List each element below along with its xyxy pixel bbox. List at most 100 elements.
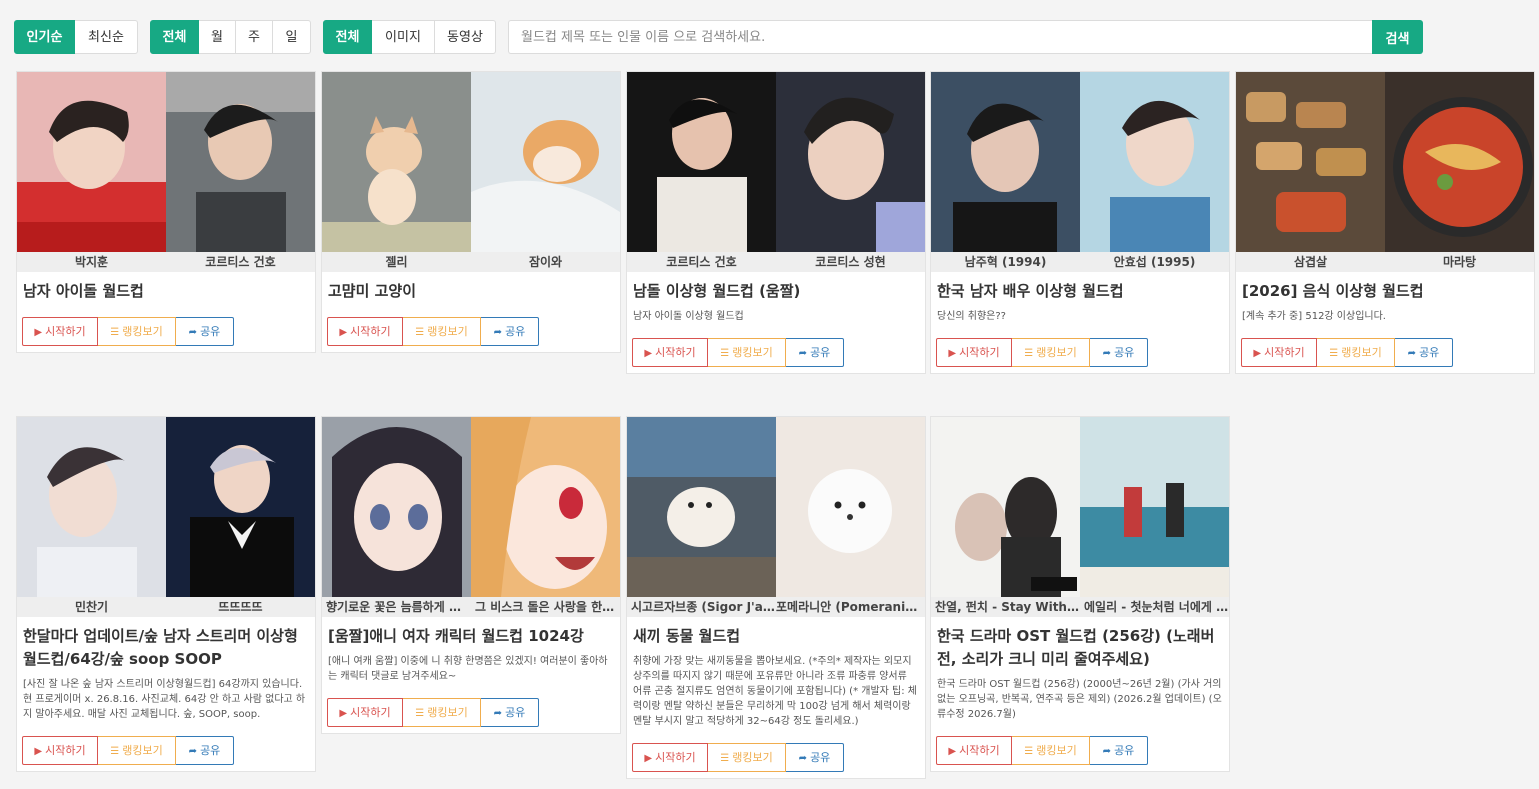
card-title[interactable]: 새끼 동물 월드컵 xyxy=(633,625,919,648)
left-candidate-name: 시고르자브종 (Sigor J'ab... xyxy=(631,600,776,614)
start-button[interactable]: ▶ 시작하기 xyxy=(936,338,1012,367)
share-icon: ➦ xyxy=(798,348,808,359)
share-button[interactable]: ➦ 공유 xyxy=(1090,736,1148,765)
actor-photo-thumbnail[interactable] xyxy=(1080,72,1229,252)
start-button[interactable]: ▶ 시작하기 xyxy=(22,736,98,765)
left-candidate-name: 박지훈 xyxy=(74,255,109,269)
start-button[interactable]: ▶ 시작하기 xyxy=(632,743,708,772)
kitten-photo-thumbnail[interactable] xyxy=(322,72,471,252)
card-description: [계속 추가 중] 512강 이상입니다. xyxy=(1242,311,1386,322)
left-candidate-name: 젤리 xyxy=(385,255,408,269)
play-icon: ▶ xyxy=(948,348,957,359)
share-button[interactable]: ➦ 공유 xyxy=(786,743,844,772)
play-icon: ▶ xyxy=(339,708,348,719)
start-button[interactable]: ▶ 시작하기 xyxy=(327,698,403,727)
drama-poster-thumbnail[interactable] xyxy=(1080,417,1229,597)
idol-photo-thumbnail[interactable] xyxy=(17,72,166,252)
list-icon: ☰ xyxy=(110,327,120,338)
kitten-photo-thumbnail[interactable] xyxy=(471,72,620,252)
card-description: 한국 드라마 OST 월드컵 (256강) (2000년~26년 2월) (가사… xyxy=(937,679,1222,720)
card-title[interactable]: 남돌 이상형 월드컵 (움짤) xyxy=(633,280,919,303)
ranking-button[interactable]: ☰ 랭킹보기 xyxy=(403,317,481,346)
play-icon: ▶ xyxy=(34,327,43,338)
card-title[interactable]: 고먐미 고양이 xyxy=(328,280,614,303)
food-photo-thumbnail[interactable] xyxy=(1385,72,1534,252)
ranking-button[interactable]: ☰ 랭킹보기 xyxy=(708,338,786,367)
start-button[interactable]: ▶ 시작하기 xyxy=(936,736,1012,765)
media-image-button[interactable]: 이미지 xyxy=(372,20,435,54)
share-button[interactable]: ➦ 공유 xyxy=(176,317,234,346)
idol-photo-thumbnail[interactable] xyxy=(627,72,776,252)
period-week-button[interactable]: 주 xyxy=(236,20,273,54)
search-button[interactable]: 검색 xyxy=(1372,20,1423,54)
start-button[interactable]: ▶ 시작하기 xyxy=(1241,338,1317,367)
start-button[interactable]: ▶ 시작하기 xyxy=(22,317,98,346)
share-button[interactable]: ➦ 공유 xyxy=(481,317,539,346)
play-icon: ▶ xyxy=(948,746,957,757)
right-candidate-name: 잠이와 xyxy=(528,255,563,269)
ranking-button[interactable]: ☰ 랭킹보기 xyxy=(98,317,176,346)
list-icon: ☰ xyxy=(110,746,120,757)
media-all-button[interactable]: 전체 xyxy=(323,20,372,54)
actor-photo-thumbnail[interactable] xyxy=(931,72,1080,252)
worldcup-card: 남주혁 (1994) 안효섭 (1995) 한국 남자 배우 이상형 월드컵 당… xyxy=(930,71,1230,374)
animal-photo-thumbnail[interactable] xyxy=(627,417,776,597)
ranking-button[interactable]: ☰ 랭킹보기 xyxy=(98,736,176,765)
anime-character-thumbnail[interactable] xyxy=(322,417,471,597)
idol-photo-thumbnail[interactable] xyxy=(776,72,925,252)
right-candidate-name: 코르티스 건호 xyxy=(205,255,276,269)
media-button-group: 전체 이미지 동영상 xyxy=(323,20,496,54)
card-title[interactable]: 남자 아이돌 월드컵 xyxy=(23,280,309,303)
sort-popular-button[interactable]: 인기순 xyxy=(14,20,75,54)
search-input[interactable] xyxy=(508,20,1372,54)
idol-photo-thumbnail[interactable] xyxy=(166,72,315,252)
period-day-button[interactable]: 일 xyxy=(273,20,311,54)
animal-photo-thumbnail[interactable] xyxy=(776,417,925,597)
share-icon: ➦ xyxy=(1407,348,1417,359)
ranking-button[interactable]: ☰ 랭킹보기 xyxy=(708,743,786,772)
left-candidate-name: 향기로운 꽃은 늠름하게 핀... xyxy=(326,600,471,614)
worldcup-card: 민찬기 뜨뜨뜨뜨 한달마다 업데이트/숲 남자 스트리머 이상형월드컵/64강/… xyxy=(16,416,316,772)
anime-character-thumbnail[interactable] xyxy=(471,417,620,597)
media-video-button[interactable]: 동영상 xyxy=(435,20,496,54)
ranking-button[interactable]: ☰ 랭킹보기 xyxy=(1012,338,1090,367)
drama-poster-thumbnail[interactable] xyxy=(931,417,1080,597)
ranking-button[interactable]: ☰ 랭킹보기 xyxy=(403,698,481,727)
ranking-button[interactable]: ☰ 랭킹보기 xyxy=(1012,736,1090,765)
food-photo-thumbnail[interactable] xyxy=(1236,72,1385,252)
start-button[interactable]: ▶ 시작하기 xyxy=(632,338,708,367)
ranking-button[interactable]: ☰ 랭킹보기 xyxy=(1317,338,1395,367)
play-icon: ▶ xyxy=(1253,348,1262,359)
worldcup-card: 향기로운 꽃은 늠름하게 핀... 그 비스크 돌은 사랑을 한다... [움짤… xyxy=(321,416,621,734)
right-candidate-name: 뜨뜨뜨뜨 xyxy=(218,600,263,614)
start-button[interactable]: ▶ 시작하기 xyxy=(327,317,403,346)
card-description: [사진 잘 나온 숲 남자 스트리머 이상형월드컵] 64강까지 있습니다. 현… xyxy=(23,679,306,720)
period-month-button[interactable]: 월 xyxy=(199,20,236,54)
list-icon: ☰ xyxy=(1024,746,1034,757)
worldcup-card: 시고르자브종 (Sigor J'ab... 포메라니안 (Pomeranian)… xyxy=(626,416,926,779)
share-button[interactable]: ➦ 공유 xyxy=(1395,338,1453,367)
sort-latest-button[interactable]: 최신순 xyxy=(75,20,138,54)
share-button[interactable]: ➦ 공유 xyxy=(1090,338,1148,367)
left-candidate-name: 민찬기 xyxy=(74,600,109,614)
play-icon: ▶ xyxy=(339,327,348,338)
left-candidate-name: 코르티스 건호 xyxy=(666,255,737,269)
card-description: 당신의 취향은?? xyxy=(937,311,1006,322)
share-icon: ➦ xyxy=(493,327,503,338)
share-button[interactable]: ➦ 공유 xyxy=(786,338,844,367)
period-all-button[interactable]: 전체 xyxy=(150,20,199,54)
list-icon: ☰ xyxy=(415,708,425,719)
card-title[interactable]: 한국 남자 배우 이상형 월드컵 xyxy=(937,280,1223,303)
worldcup-card: 젤리 잠이와 고먐미 고양이 ▶ 시작하기 ☰ 랭킹보기 ➦ 공유 xyxy=(321,71,621,353)
play-icon: ▶ xyxy=(644,753,653,764)
card-title[interactable]: [2026] 음식 이상형 월드컵 xyxy=(1242,280,1528,303)
card-title[interactable]: 한달마다 업데이트/숲 남자 스트리머 이상형월드컵/64강/숲 soop SO… xyxy=(23,625,309,671)
streamer-photo-thumbnail[interactable] xyxy=(166,417,315,597)
card-description: 남자 아이돌 이상형 월드컵 xyxy=(633,311,744,322)
share-button[interactable]: ➦ 공유 xyxy=(176,736,234,765)
card-title[interactable]: 한국 드라마 OST 월드컵 (256강) (노래버전, 소리가 크니 미리 줄… xyxy=(937,625,1223,671)
card-title[interactable]: [움짤]애니 여자 캐릭터 월드컵 1024강 xyxy=(328,625,614,648)
share-button[interactable]: ➦ 공유 xyxy=(481,698,539,727)
streamer-photo-thumbnail[interactable] xyxy=(17,417,166,597)
worldcup-card: 찬열, 펀치 - Stay With M... 에일리 - 첫눈처럼 너에게 .… xyxy=(930,416,1230,772)
